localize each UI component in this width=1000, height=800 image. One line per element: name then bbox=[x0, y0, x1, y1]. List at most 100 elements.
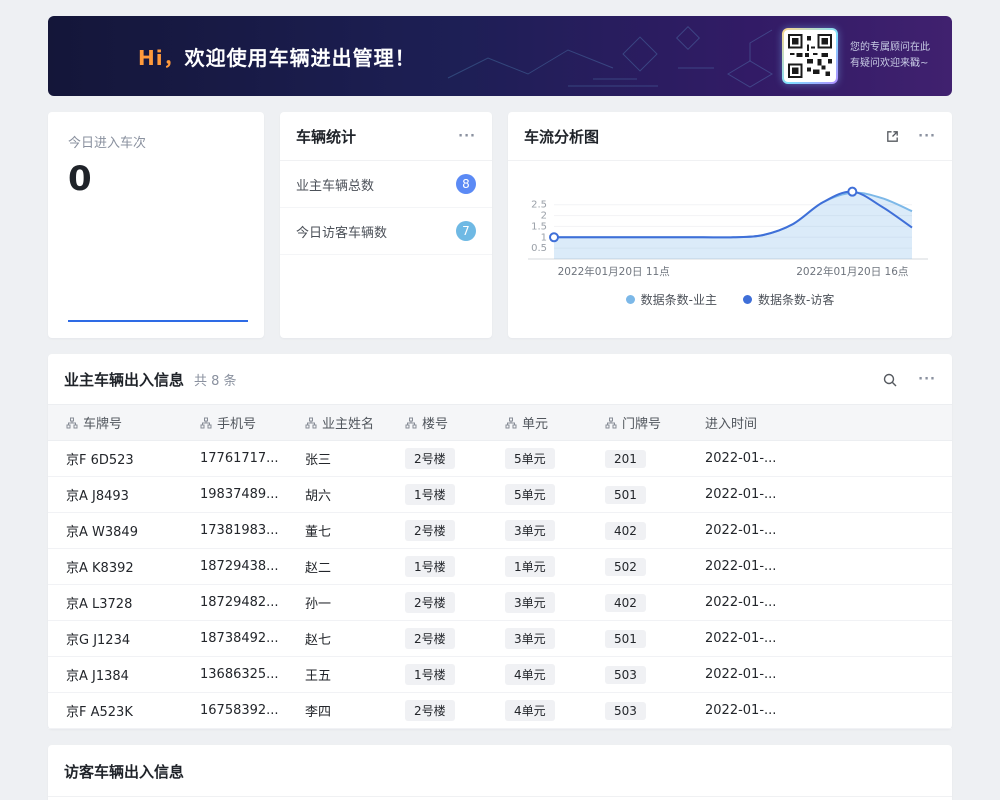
table-cell: 京F 6D523 bbox=[48, 441, 188, 477]
svg-text:1.5: 1.5 bbox=[531, 221, 547, 232]
table-cell: 18729438... bbox=[188, 549, 293, 585]
table-cell: 李四 bbox=[293, 693, 393, 729]
svg-text:2022年01月20日 16点: 2022年01月20日 16点 bbox=[796, 265, 908, 278]
legend-dot-icon bbox=[626, 295, 635, 304]
cell-tag: 1号楼 bbox=[405, 664, 455, 685]
table-row[interactable]: 京A J849319837489...胡六1号楼5单元5012022-01-..… bbox=[48, 477, 952, 513]
column-label: 单元 bbox=[522, 417, 548, 432]
table-cell bbox=[793, 477, 952, 513]
table-cell: 京A L3728 bbox=[48, 585, 188, 621]
table-row[interactable]: 京F A523K16758392...李四2号楼4单元5032022-01-..… bbox=[48, 693, 952, 729]
column-header[interactable]: 手机号 bbox=[188, 405, 293, 441]
column-label: 进入时间 bbox=[705, 417, 757, 432]
table-cell: 17761717... bbox=[188, 441, 293, 477]
owner-table-header: 业主车辆出入信息 共 8 条 ··· bbox=[48, 354, 952, 404]
legend-item[interactable]: 数据条数-访客 bbox=[743, 291, 834, 308]
table-cell: 2022-01-... bbox=[693, 549, 793, 585]
table-row[interactable]: 京F 6D52317761717...张三2号楼5单元2012022-01-..… bbox=[48, 441, 952, 477]
cell-tag: 3单元 bbox=[505, 520, 555, 541]
table-cell: 5单元 bbox=[493, 441, 593, 477]
visitor-table-title: 访客车辆出入信息 bbox=[64, 763, 184, 781]
table-cell: 201 bbox=[593, 441, 693, 477]
owner-table: 车牌号 手机号 业主姓名 楼号 单元 门牌号进入时间 京F 6D52317761717..… bbox=[48, 404, 952, 729]
cell-tag: 4单元 bbox=[505, 664, 555, 685]
export-icon[interactable] bbox=[885, 129, 900, 144]
table-cell: 18729482... bbox=[188, 585, 293, 621]
table-row[interactable]: 京G J123418738492...赵七2号楼3单元5012022-01-..… bbox=[48, 621, 952, 657]
cell-tag: 2号楼 bbox=[405, 700, 455, 721]
table-cell: 2号楼 bbox=[393, 693, 493, 729]
field-type-icon bbox=[605, 417, 617, 429]
column-header[interactable]: 门牌号 bbox=[593, 405, 693, 441]
cell-tag: 5单元 bbox=[505, 448, 555, 469]
cell-tag: 503 bbox=[605, 702, 646, 720]
table-cell: 3单元 bbox=[493, 585, 593, 621]
field-type-icon bbox=[405, 417, 417, 429]
cell-tag: 1单元 bbox=[505, 556, 555, 577]
table-cell: 18738492... bbox=[188, 621, 293, 657]
banner-greeting-text: 欢迎使用车辆进出管理！ bbox=[185, 46, 416, 70]
table-header-row: 车牌号 手机号 业主姓名 楼号 单元 门牌号进入时间 bbox=[48, 405, 952, 441]
column-header[interactable]: 车牌号 bbox=[48, 405, 188, 441]
column-header[interactable]: 单元 bbox=[493, 405, 593, 441]
cell-tag: 503 bbox=[605, 666, 646, 684]
column-label: 业主姓名 bbox=[322, 417, 374, 432]
legend-item[interactable]: 数据条数-业主 bbox=[626, 291, 717, 308]
cell-tag: 1号楼 bbox=[405, 484, 455, 505]
stat-axis-line bbox=[68, 320, 248, 322]
column-label: 楼号 bbox=[422, 417, 448, 432]
visitor-table-card: 访客车辆出入信息 截屏 bbox=[48, 745, 952, 800]
table-cell: 3单元 bbox=[493, 621, 593, 657]
table-cell: 孙一 bbox=[293, 585, 393, 621]
table-cell: 京G J1234 bbox=[48, 621, 188, 657]
cell-tag: 2号楼 bbox=[405, 592, 455, 613]
table-row[interactable]: 京A W384917381983...董七2号楼3单元4022022-01-..… bbox=[48, 513, 952, 549]
cell-tag: 2号楼 bbox=[405, 448, 455, 469]
column-header[interactable]: 楼号 bbox=[393, 405, 493, 441]
legend-label: 数据条数-业主 bbox=[641, 291, 717, 308]
today-entries-label: 今日进入车次 bbox=[68, 132, 244, 151]
table-cell: 4单元 bbox=[493, 657, 593, 693]
table-cell: 503 bbox=[593, 657, 693, 693]
traffic-chart-body: 0.511.522.52022年01月20日 11点2022年01月20日 16… bbox=[508, 161, 952, 308]
table-cell: 董七 bbox=[293, 513, 393, 549]
more-icon[interactable]: ··· bbox=[918, 129, 936, 144]
cell-tag: 501 bbox=[605, 630, 646, 648]
column-header[interactable]: 业主姓名 bbox=[293, 405, 393, 441]
more-icon[interactable]: ··· bbox=[458, 129, 476, 144]
table-cell: 京A J1384 bbox=[48, 657, 188, 693]
table-row[interactable]: 京A K839218729438...赵二1号楼1单元5022022-01-..… bbox=[48, 549, 952, 585]
table-cell: 京A W3849 bbox=[48, 513, 188, 549]
cell-tag: 3单元 bbox=[505, 592, 555, 613]
column-header[interactable]: 进入时间 bbox=[693, 405, 793, 441]
legend-label: 数据条数-访客 bbox=[758, 291, 834, 308]
table-cell: 胡六 bbox=[293, 477, 393, 513]
stat-list-item: 业主车辆总数8 bbox=[280, 161, 492, 208]
column-label: 车牌号 bbox=[83, 417, 122, 432]
table-cell: 5单元 bbox=[493, 477, 593, 513]
cell-tag: 402 bbox=[605, 594, 646, 612]
cell-tag: 201 bbox=[605, 450, 646, 468]
table-cell bbox=[793, 621, 952, 657]
column-header-empty bbox=[793, 405, 952, 441]
search-icon[interactable] bbox=[882, 372, 898, 388]
legend-dot-icon bbox=[743, 295, 752, 304]
table-cell: 2号楼 bbox=[393, 441, 493, 477]
table-cell: 13686325... bbox=[188, 657, 293, 693]
table-cell: 16758392... bbox=[188, 693, 293, 729]
table-cell bbox=[793, 441, 952, 477]
vehicle-stats-header: 车辆统计 ··· bbox=[280, 112, 492, 161]
cell-tag: 2号楼 bbox=[405, 520, 455, 541]
vehicle-stats-title: 车辆统计 bbox=[296, 126, 356, 147]
table-row[interactable]: 京A J138413686325...王五1号楼4单元5032022-01-..… bbox=[48, 657, 952, 693]
qr-caption-line1: 您的专属顾问在此 bbox=[850, 40, 930, 56]
svg-text:2022年01月20日 11点: 2022年01月20日 11点 bbox=[558, 265, 670, 278]
table-cell: 京A J8493 bbox=[48, 477, 188, 513]
more-icon[interactable]: ··· bbox=[918, 372, 936, 387]
table-row[interactable]: 京A L372818729482...孙一2号楼3单元4022022-01-..… bbox=[48, 585, 952, 621]
dashboard-page: Hi，欢迎使用车辆进出管理！ 您的 bbox=[0, 0, 1000, 800]
table-cell: 张三 bbox=[293, 441, 393, 477]
table-cell bbox=[793, 657, 952, 693]
cell-tag: 502 bbox=[605, 558, 646, 576]
table-cell: 京A K8392 bbox=[48, 549, 188, 585]
